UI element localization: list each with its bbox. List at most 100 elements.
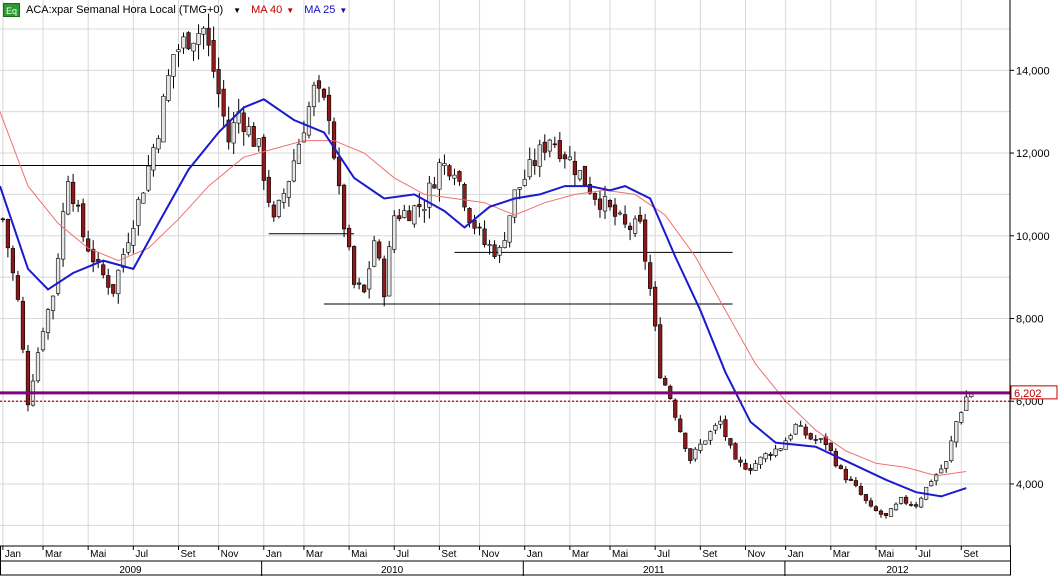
candle-body	[442, 163, 447, 167]
candle-body	[412, 205, 417, 225]
candle-body	[893, 503, 899, 511]
month-label: Mar	[45, 549, 63, 560]
y-tick-label: 4,000	[1016, 479, 1044, 491]
y-tick-label: 10,000	[1016, 231, 1050, 243]
candle-body	[888, 508, 894, 517]
candle-body	[387, 246, 392, 297]
candle-body	[768, 453, 773, 456]
month-label: Jan	[788, 549, 804, 560]
candle-body	[146, 165, 151, 191]
candle-body	[903, 496, 909, 504]
candle-body	[512, 189, 517, 218]
month-label: Jul	[135, 549, 148, 560]
candle-body	[638, 214, 643, 222]
candle-body	[266, 176, 271, 203]
candle-body	[803, 426, 808, 436]
candle-body	[658, 324, 663, 379]
candle-body	[743, 462, 748, 470]
candle-body	[50, 295, 56, 311]
candle-body	[321, 88, 327, 98]
y-tick-label: 8,000	[1016, 314, 1044, 326]
candle-body	[843, 468, 848, 481]
candle-body	[241, 112, 246, 132]
month-label: Mar	[306, 549, 324, 560]
last-price-label: 6,202	[1014, 388, 1042, 400]
candle-body	[868, 500, 874, 507]
candle-body	[673, 399, 678, 418]
candle-body	[116, 269, 121, 295]
y-tick-label: 14,000	[1016, 65, 1050, 77]
chevron-down-icon[interactable]: ▼	[233, 6, 241, 15]
candle-body	[703, 440, 708, 445]
candle-body	[959, 412, 964, 423]
candle-body	[432, 184, 437, 189]
chart-title[interactable]: ACA:xpar Semanal Hora Local (TMG+0)	[26, 4, 223, 16]
candle-body	[367, 268, 372, 290]
candle-body	[352, 246, 357, 285]
candle-body	[482, 228, 487, 245]
candle-body	[562, 154, 567, 160]
candle-body	[81, 203, 86, 238]
month-label: Mai	[878, 549, 894, 560]
candle-body	[65, 181, 71, 215]
candle-body	[447, 165, 452, 177]
candle-body	[838, 465, 843, 469]
candle-body	[898, 497, 904, 504]
candle-body	[25, 350, 31, 406]
candle-body	[798, 425, 803, 427]
candle-body	[281, 193, 286, 203]
candle-body	[392, 215, 397, 250]
candle-body	[60, 211, 66, 260]
month-label: Nov	[482, 549, 500, 560]
candle-body	[808, 433, 813, 440]
candle-body	[863, 494, 869, 501]
candle-body	[492, 244, 497, 257]
chevron-down-icon[interactable]: ▼	[339, 6, 347, 15]
candle-body	[71, 181, 76, 204]
candle-body	[828, 442, 833, 451]
candle-body	[648, 262, 653, 289]
candle-body	[683, 432, 688, 449]
chevron-down-icon[interactable]: ▼	[286, 6, 294, 15]
grid	[0, 0, 1010, 546]
candle-body	[291, 160, 296, 182]
ma25-label[interactable]: MA 25	[304, 4, 335, 16]
candle-body	[567, 156, 572, 161]
candle-body	[45, 309, 51, 333]
candle-body	[723, 419, 728, 437]
candle-body	[246, 126, 251, 136]
candle-body	[457, 171, 462, 182]
candle-body	[382, 258, 387, 298]
candle-body	[331, 121, 337, 159]
candle-body	[502, 240, 507, 248]
candle-body	[296, 143, 302, 164]
candle-body	[633, 218, 638, 234]
candle-body	[643, 219, 648, 262]
candle-body	[758, 456, 763, 465]
candle-body	[773, 448, 778, 456]
candle-body	[126, 242, 131, 253]
candle-body	[407, 210, 412, 222]
candle-body	[15, 275, 21, 300]
candle-body	[793, 424, 798, 435]
candle-body	[20, 301, 26, 350]
candle-body	[693, 448, 698, 460]
plot-area	[0, 0, 1010, 546]
candle-body	[708, 431, 713, 441]
candle-body	[848, 478, 853, 481]
month-label: Set	[702, 549, 717, 560]
candle-body	[949, 440, 954, 461]
candle-body	[196, 33, 201, 45]
ma40-label[interactable]: MA 40	[251, 4, 282, 16]
month-label: Set	[963, 549, 978, 560]
month-label: Jan	[5, 549, 21, 560]
symbol-badge[interactable]: Eq	[3, 3, 20, 17]
month-label: Jan	[266, 549, 282, 560]
candle-body	[477, 226, 482, 229]
candle-body	[206, 27, 211, 46]
candle-body	[256, 138, 261, 147]
candle-body	[221, 88, 226, 117]
candle-body	[216, 69, 221, 95]
year-label: 2009	[119, 565, 142, 576]
candle-body	[251, 126, 256, 147]
